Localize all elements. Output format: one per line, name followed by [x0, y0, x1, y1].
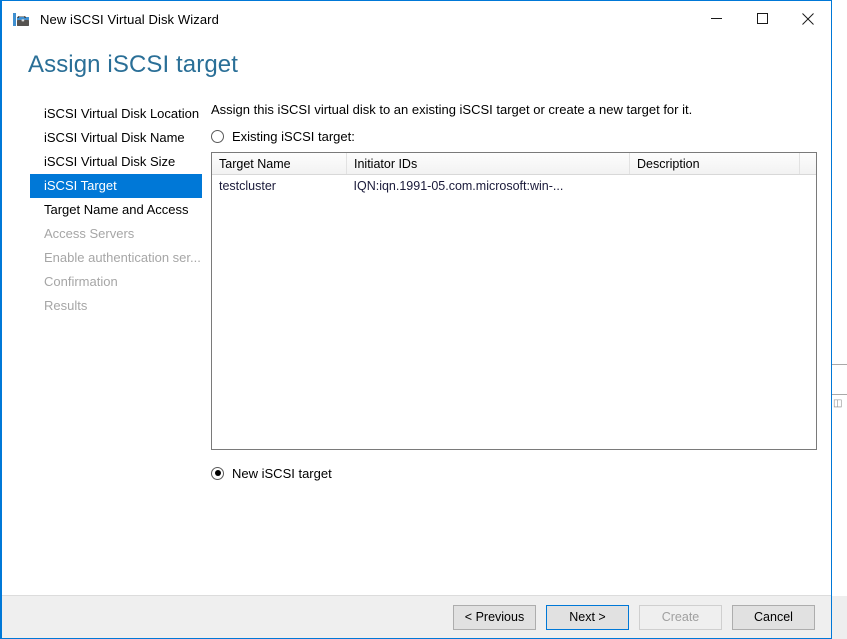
instruction-text: Assign this iSCSI virtual disk to an exi… [211, 102, 817, 118]
page-title: Assign iSCSI target [2, 37, 831, 80]
title-bar[interactable]: New iSCSI Virtual Disk Wizard [2, 1, 831, 37]
existing-iscsi-target-label: Existing iSCSI target: [232, 129, 355, 144]
column-header-initiator-ids[interactable]: Initiator IDs [347, 153, 630, 175]
next-button[interactable]: Next > [546, 605, 629, 630]
wizard-footer: < Previous Next > Create Cancel [2, 595, 831, 638]
column-header-target-name[interactable]: Target Name [212, 153, 347, 175]
radio-checked-icon [211, 467, 224, 480]
create-button: Create [639, 605, 722, 630]
background-content-strip: ◫ [832, 360, 847, 440]
minimize-icon[interactable] [693, 1, 739, 36]
sidebar-item-access-servers: Access Servers [30, 222, 202, 246]
sidebar-item-iscsi-virtual-disk-size[interactable]: iSCSI Virtual Disk Size [30, 150, 202, 174]
column-header-blank[interactable] [800, 153, 817, 175]
window-title: New iSCSI Virtual Disk Wizard [40, 12, 219, 27]
close-icon[interactable] [785, 1, 831, 36]
cancel-button[interactable]: Cancel [732, 605, 815, 630]
existing-iscsi-target-radio[interactable]: Existing iSCSI target: [211, 127, 817, 145]
background-glyph: ◫ [833, 398, 842, 409]
wizard-step-navigation: iSCSI Virtual Disk Location iSCSI Virtua… [2, 102, 211, 595]
sidebar-item-iscsi-virtual-disk-location[interactable]: iSCSI Virtual Disk Location [30, 102, 202, 126]
wizard-body: iSCSI Virtual Disk Location iSCSI Virtua… [2, 80, 831, 595]
cell-initiator-ids: IQN:iqn.1991-05.com.microsoft:win-... [347, 175, 630, 198]
new-iscsi-target-radio[interactable]: New iSCSI target [211, 464, 817, 482]
previous-button[interactable]: < Previous [453, 605, 536, 630]
cell-description [630, 175, 800, 198]
wizard-content-pane: Assign this iSCSI virtual disk to an exi… [211, 102, 831, 595]
maximize-icon[interactable] [739, 1, 785, 36]
table-row[interactable]: testcluster IQN:iqn.1991-05.com.microsof… [212, 175, 816, 198]
iscsi-wizard-icon [13, 11, 30, 28]
sidebar-item-target-name-and-access[interactable]: Target Name and Access [30, 198, 202, 222]
table-header-row: Target Name Initiator IDs Description [212, 153, 816, 175]
column-header-description[interactable]: Description [630, 153, 800, 175]
sidebar-item-enable-authentication: Enable authentication ser... [30, 246, 202, 270]
window-controls [693, 1, 831, 36]
sidebar-item-results: Results [30, 294, 202, 318]
sidebar-item-iscsi-target[interactable]: iSCSI Target [30, 174, 202, 198]
existing-targets-list[interactable]: Target Name Initiator IDs Description te… [211, 152, 817, 450]
background-divider-line [832, 364, 847, 365]
new-iscsi-target-label: New iSCSI target [232, 466, 332, 481]
sidebar-item-confirmation: Confirmation [30, 270, 202, 294]
radio-unchecked-icon [211, 130, 224, 143]
cell-target-name: testcluster [212, 175, 347, 198]
targets-table: Target Name Initiator IDs Description te… [212, 153, 816, 197]
background-divider-line [832, 394, 847, 395]
sidebar-item-iscsi-virtual-disk-name[interactable]: iSCSI Virtual Disk Name [30, 126, 202, 150]
new-iscsi-virtual-disk-wizard-window: New iSCSI Virtual Disk Wizard Assign iSC… [0, 0, 832, 639]
cell-blank [800, 175, 817, 198]
